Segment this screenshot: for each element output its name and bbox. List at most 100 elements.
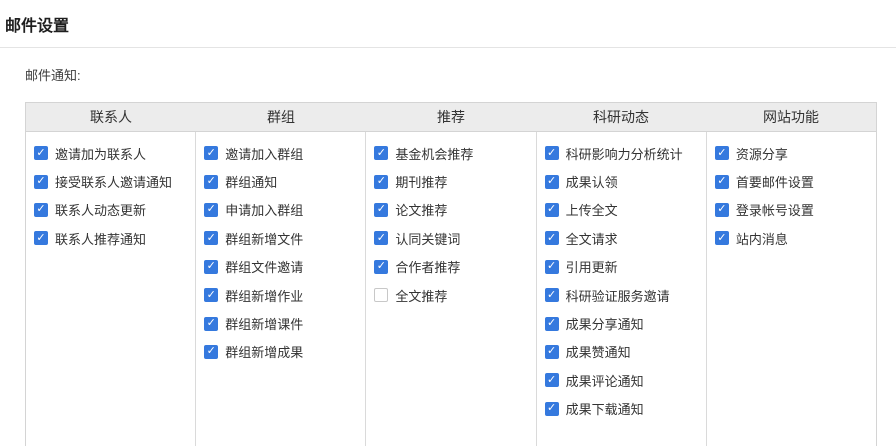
checkbox-label: 群组新增课件 (225, 317, 304, 333)
checked-checkbox-icon[interactable] (204, 259, 219, 274)
checkbox-item[interactable]: 群组文件邀请 (204, 253, 361, 281)
table-body-row: 邀请加为联系人接受联系人邀请通知联系人动态更新联系人推荐通知邀请加入群组群组通知… (26, 132, 876, 446)
title-divider (0, 47, 896, 48)
checkbox-item[interactable]: 群组新增文件 (204, 224, 361, 252)
checkbox-item[interactable]: 全文请求 (544, 224, 702, 252)
checkbox-label: 成果认领 (565, 175, 618, 191)
checkbox-label: 群组通知 (225, 175, 278, 191)
checked-checkbox-icon[interactable] (544, 146, 559, 161)
checkbox-item[interactable]: 合作者推荐 (374, 253, 531, 281)
checkbox-label: 成果评论通知 (565, 373, 644, 389)
checked-checkbox-icon[interactable] (204, 316, 219, 331)
checked-checkbox-icon[interactable] (374, 202, 389, 217)
email-notification-label: 邮件通知: (25, 68, 81, 83)
checkbox-item[interactable]: 认同关键词 (374, 224, 531, 252)
checkbox-item[interactable]: 基金机会推荐 (374, 139, 531, 167)
checkbox-label: 科研验证服务邀请 (565, 288, 670, 304)
checkbox-item[interactable]: 成果分享通知 (544, 309, 702, 337)
checked-checkbox-icon[interactable] (714, 202, 729, 217)
checked-checkbox-icon[interactable] (204, 288, 219, 303)
checkbox-item[interactable]: 邀请加为联系人 (34, 139, 191, 167)
checked-checkbox-icon[interactable] (34, 146, 48, 161)
checkbox-label: 全文请求 (565, 231, 618, 247)
checkbox-item[interactable]: 成果下载通知 (544, 395, 702, 423)
checked-checkbox-icon[interactable] (544, 344, 559, 359)
checkbox-item[interactable]: 群组新增课件 (204, 309, 361, 337)
checkbox-item[interactable]: 首要邮件设置 (714, 167, 872, 195)
checkbox-item[interactable]: 接受联系人邀请通知 (34, 167, 191, 195)
unchecked-checkbox-icon[interactable] (374, 288, 389, 303)
checkbox-label: 成果下载通知 (565, 402, 644, 418)
checkbox-label: 申请加入群组 (225, 203, 304, 219)
checkbox-item[interactable]: 群组通知 (204, 167, 361, 195)
checked-checkbox-icon[interactable] (204, 231, 219, 246)
checkbox-label: 成果分享通知 (565, 317, 644, 333)
checkbox-label: 上传全文 (565, 203, 618, 219)
checkbox-label: 登录帐号设置 (735, 203, 814, 219)
checked-checkbox-icon[interactable] (714, 146, 729, 161)
checked-checkbox-icon[interactable] (544, 231, 559, 246)
checkbox-item[interactable]: 申请加入群组 (204, 196, 361, 224)
column-1: 邀请加入群组群组通知申请加入群组群组新增文件群组文件邀请群组新增作业群组新增课件… (196, 132, 367, 446)
checkbox-item[interactable]: 资源分享 (714, 139, 872, 167)
checked-checkbox-icon[interactable] (544, 373, 559, 388)
checked-checkbox-icon[interactable] (374, 174, 389, 189)
column-header-4: 网站功能 (763, 109, 819, 125)
checked-checkbox-icon[interactable] (544, 401, 559, 416)
checked-checkbox-icon[interactable] (204, 202, 219, 217)
column-0: 邀请加为联系人接受联系人邀请通知联系人动态更新联系人推荐通知 (26, 132, 197, 446)
page-title: 邮件设置 (5, 18, 70, 35)
checkbox-label: 联系人推荐通知 (55, 231, 147, 247)
checkbox-label: 首要邮件设置 (735, 175, 814, 191)
checked-checkbox-icon[interactable] (544, 202, 559, 217)
checked-checkbox-icon[interactable] (374, 146, 389, 161)
checkbox-item[interactable]: 上传全文 (544, 196, 702, 224)
checkbox-label: 基金机会推荐 (395, 146, 474, 162)
checkbox-label: 合作者推荐 (395, 260, 461, 276)
checkbox-item[interactable]: 联系人动态更新 (34, 196, 191, 224)
checked-checkbox-icon[interactable] (544, 259, 559, 274)
checkbox-label: 接受联系人邀请通知 (55, 175, 173, 191)
checkbox-label: 期刊推荐 (395, 175, 448, 191)
checkbox-item[interactable]: 登录帐号设置 (714, 196, 872, 224)
checked-checkbox-icon[interactable] (374, 259, 389, 274)
checkbox-item[interactable]: 成果认领 (544, 167, 702, 195)
checkbox-item[interactable]: 科研验证服务邀请 (544, 281, 702, 309)
checked-checkbox-icon[interactable] (204, 174, 219, 189)
checkbox-label: 联系人动态更新 (55, 203, 147, 219)
checkbox-item[interactable]: 期刊推荐 (374, 167, 531, 195)
checkbox-label: 论文推荐 (395, 203, 448, 219)
checkbox-item[interactable]: 全文推荐 (374, 281, 531, 309)
checkbox-item[interactable]: 成果评论通知 (544, 366, 702, 394)
checked-checkbox-icon[interactable] (34, 202, 48, 217)
table-header-row: 联系人 群组 推荐 科研动态 网站功能 (26, 103, 876, 132)
checked-checkbox-icon[interactable] (714, 174, 729, 189)
checkbox-item[interactable]: 站内消息 (714, 224, 872, 252)
checked-checkbox-icon[interactable] (34, 174, 48, 189)
checkbox-item[interactable]: 群组新增作业 (204, 281, 361, 309)
column-3: 科研影响力分析统计成果认领上传全文全文请求引用更新科研验证服务邀请成果分享通知成… (537, 132, 707, 446)
checkbox-item[interactable]: 论文推荐 (374, 196, 531, 224)
checkbox-item[interactable]: 成果赞通知 (544, 338, 702, 366)
checkbox-label: 全文推荐 (395, 288, 448, 304)
checkbox-item[interactable]: 群组新增成果 (204, 338, 361, 366)
checked-checkbox-icon[interactable] (544, 288, 559, 303)
checked-checkbox-icon[interactable] (204, 344, 219, 359)
checkbox-item[interactable]: 科研影响力分析统计 (544, 139, 702, 167)
checkbox-label: 资源分享 (735, 146, 788, 162)
checkbox-item[interactable]: 邀请加入群组 (204, 139, 361, 167)
checkbox-label: 群组新增文件 (225, 231, 304, 247)
column-2: 基金机会推荐期刊推荐论文推荐认同关键词合作者推荐全文推荐 (366, 132, 537, 446)
checked-checkbox-icon[interactable] (544, 174, 559, 189)
checked-checkbox-icon[interactable] (374, 231, 389, 246)
checkbox-label: 邀请加入群组 (225, 146, 304, 162)
column-header-1: 群组 (267, 109, 295, 125)
checked-checkbox-icon[interactable] (204, 146, 219, 161)
checked-checkbox-icon[interactable] (544, 316, 559, 331)
checkbox-label: 成果赞通知 (565, 345, 631, 361)
checkbox-item[interactable]: 联系人推荐通知 (34, 224, 191, 252)
checkbox-item[interactable]: 引用更新 (544, 253, 702, 281)
checkbox-label: 认同关键词 (395, 231, 461, 247)
checked-checkbox-icon[interactable] (714, 231, 729, 246)
checked-checkbox-icon[interactable] (34, 231, 48, 246)
